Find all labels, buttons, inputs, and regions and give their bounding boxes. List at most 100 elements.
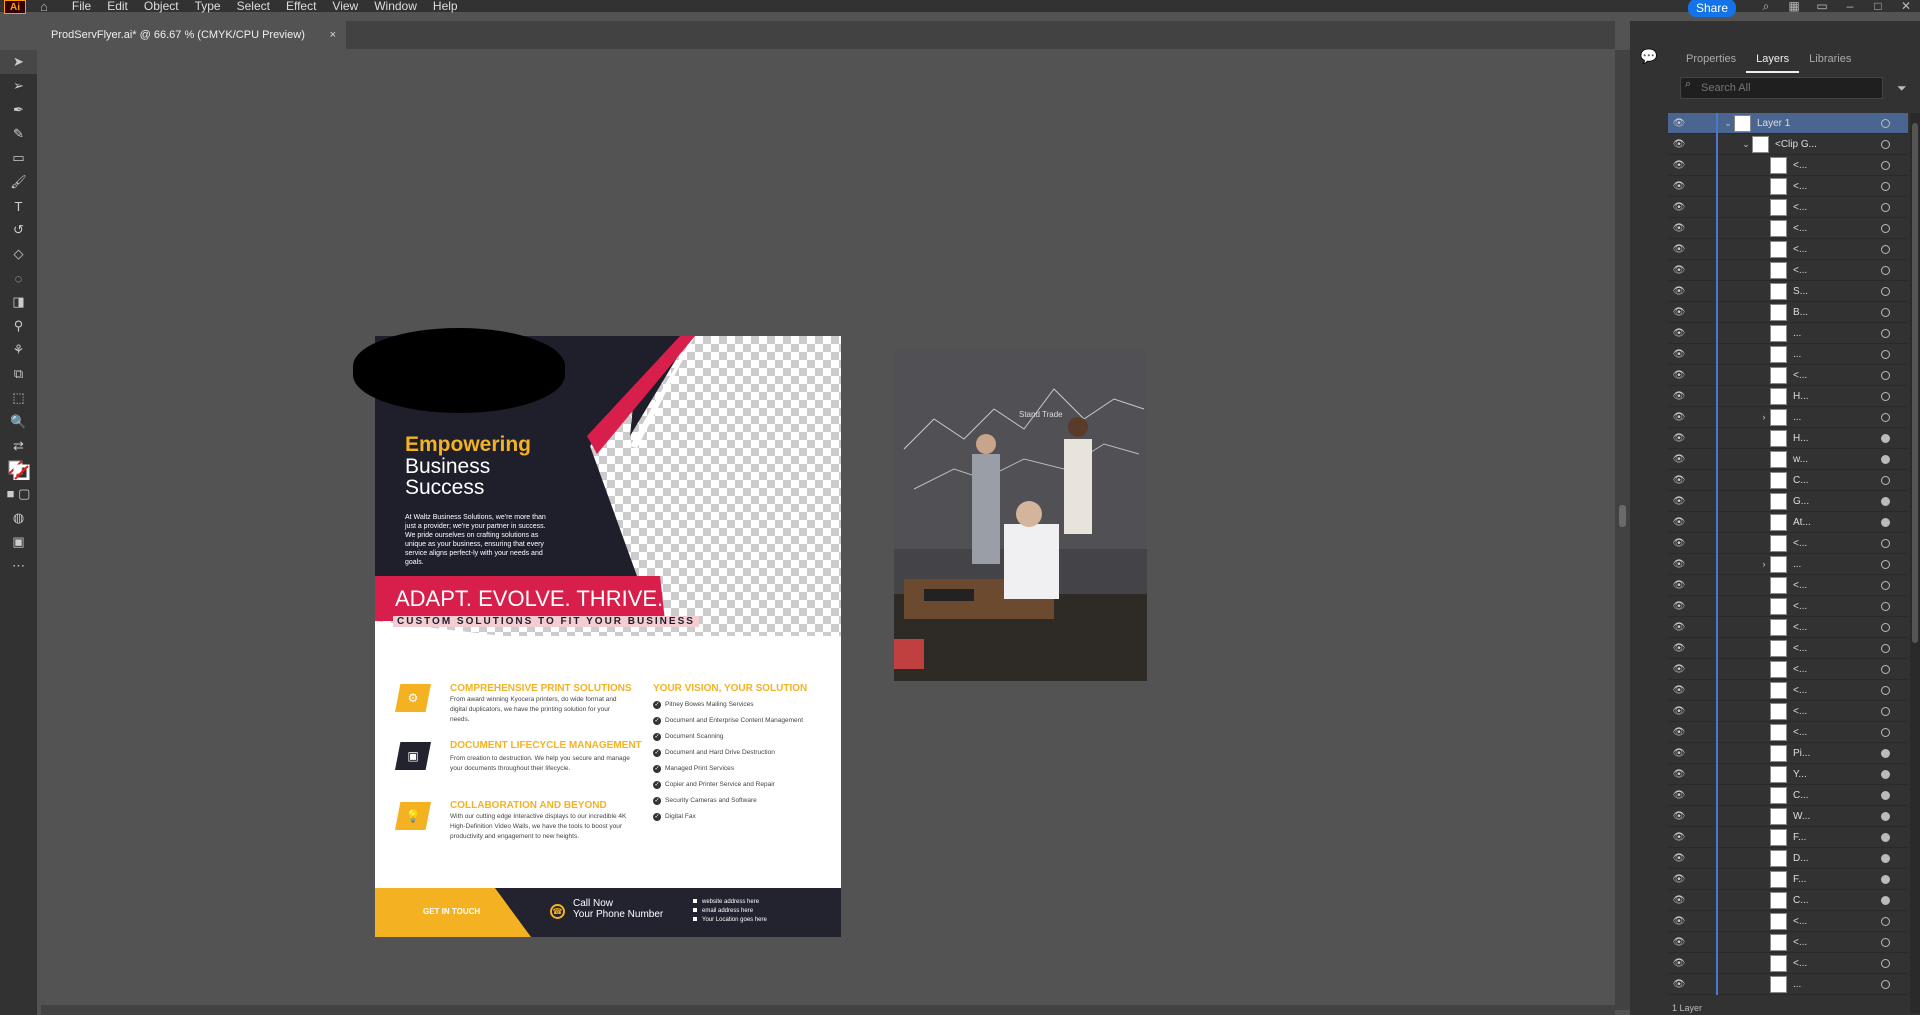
layer-row[interactable]: 👁 <... bbox=[1668, 638, 1908, 659]
layer-row[interactable]: 👁 ›... bbox=[1668, 554, 1908, 575]
target-circle-icon[interactable] bbox=[1881, 119, 1890, 128]
visibility-eye-icon[interactable]: 👁 bbox=[1668, 349, 1690, 360]
layer-row[interactable]: 👁 C... bbox=[1668, 890, 1908, 911]
menu-help[interactable]: Help bbox=[433, 0, 458, 12]
layer-row[interactable]: 👁 ⌄ <Clip G... bbox=[1668, 134, 1908, 155]
layer-name[interactable]: <... bbox=[1793, 181, 1863, 192]
layer-row[interactable]: 👁 <... bbox=[1668, 911, 1908, 932]
layer-row[interactable]: 👁 <... bbox=[1668, 680, 1908, 701]
layer-name[interactable]: D... bbox=[1793, 853, 1863, 864]
layer-row[interactable]: 👁 At... bbox=[1668, 512, 1908, 533]
visibility-eye-icon[interactable]: 👁 bbox=[1668, 643, 1690, 654]
target-circle-icon[interactable] bbox=[1881, 791, 1890, 800]
layer-name[interactable]: <... bbox=[1793, 202, 1863, 213]
gradient-tool-icon[interactable]: ◨ bbox=[0, 290, 37, 314]
workspace-icon[interactable]: ▦ bbox=[1780, 0, 1808, 13]
visibility-eye-icon[interactable]: 👁 bbox=[1668, 748, 1690, 759]
draw-mode-icon[interactable]: ◍ bbox=[0, 506, 37, 530]
target-circle-icon[interactable] bbox=[1881, 161, 1890, 170]
layer-name[interactable]: <... bbox=[1793, 727, 1863, 738]
layer-name[interactable]: S... bbox=[1793, 286, 1863, 297]
target-circle-icon[interactable] bbox=[1881, 329, 1890, 338]
menu-view[interactable]: View bbox=[332, 0, 358, 12]
layer-name[interactable]: <... bbox=[1793, 937, 1863, 948]
menu-type[interactable]: Type bbox=[195, 0, 221, 12]
target-circle-icon[interactable] bbox=[1881, 203, 1890, 212]
layer-row[interactable]: 👁 <... bbox=[1668, 239, 1908, 260]
target-circle-icon[interactable] bbox=[1881, 644, 1890, 653]
layer-row[interactable]: 👁 <... bbox=[1668, 932, 1908, 953]
target-circle-icon[interactable] bbox=[1881, 455, 1890, 464]
layer-name[interactable]: <Clip G... bbox=[1775, 139, 1845, 150]
layer-name[interactable]: W... bbox=[1793, 811, 1863, 822]
layer-row[interactable]: 👁 <... bbox=[1668, 365, 1908, 386]
layer-name[interactable]: ... bbox=[1793, 412, 1863, 423]
visibility-eye-icon[interactable]: 👁 bbox=[1668, 811, 1690, 822]
layer-row[interactable]: 👁 <... bbox=[1668, 575, 1908, 596]
paintbrush-tool-icon[interactable]: 🖌 bbox=[0, 170, 37, 194]
visibility-eye-icon[interactable]: 👁 bbox=[1668, 307, 1690, 318]
menu-edit[interactable]: Edit bbox=[107, 0, 128, 12]
target-circle-icon[interactable] bbox=[1881, 980, 1890, 989]
visibility-eye-icon[interactable]: 👁 bbox=[1668, 223, 1690, 234]
canvas-vertical-scrollbar[interactable] bbox=[1615, 50, 1630, 1010]
eyedropper-tool-icon[interactable]: ⚲ bbox=[0, 314, 37, 338]
layer-row[interactable]: 👁 <... bbox=[1668, 155, 1908, 176]
search-icon[interactable]: ⌕ bbox=[1752, 0, 1780, 14]
menu-effect[interactable]: Effect bbox=[286, 0, 316, 12]
comment-icon[interactable]: 💬 bbox=[1630, 43, 1668, 69]
visibility-eye-icon[interactable]: 👁 bbox=[1668, 853, 1690, 864]
visibility-eye-icon[interactable]: 👁 bbox=[1668, 370, 1690, 381]
visibility-eye-icon[interactable]: 👁 bbox=[1668, 832, 1690, 843]
layer-row[interactable]: 👁 <... bbox=[1668, 218, 1908, 239]
layer-name[interactable]: Layer 1 bbox=[1757, 118, 1827, 129]
layers-scrollbar-thumb[interactable] bbox=[1912, 123, 1918, 643]
target-circle-icon[interactable] bbox=[1881, 245, 1890, 254]
layer-row[interactable]: 👁 F... bbox=[1668, 827, 1908, 848]
layer-row[interactable]: 👁 <... bbox=[1668, 596, 1908, 617]
target-circle-icon[interactable] bbox=[1881, 749, 1890, 758]
target-circle-icon[interactable] bbox=[1881, 875, 1890, 884]
target-circle-icon[interactable] bbox=[1881, 707, 1890, 716]
visibility-eye-icon[interactable]: 👁 bbox=[1668, 874, 1690, 885]
visibility-eye-icon[interactable]: 👁 bbox=[1668, 916, 1690, 927]
screen-mode-icon[interactable]: ▣ bbox=[0, 530, 37, 554]
target-circle-icon[interactable] bbox=[1881, 770, 1890, 779]
target-circle-icon[interactable] bbox=[1881, 182, 1890, 191]
layer-row[interactable]: 👁 Pi... bbox=[1668, 743, 1908, 764]
visibility-eye-icon[interactable]: 👁 bbox=[1668, 769, 1690, 780]
layer-row[interactable]: 👁 <... bbox=[1668, 617, 1908, 638]
rotate-tool-icon[interactable]: ↺ bbox=[0, 218, 37, 242]
layer-row[interactable]: 👁 D... bbox=[1668, 848, 1908, 869]
target-circle-icon[interactable] bbox=[1881, 539, 1890, 548]
layer-row[interactable]: 👁 w... bbox=[1668, 449, 1908, 470]
layer-row[interactable]: 👁 Y... bbox=[1668, 764, 1908, 785]
target-circle-icon[interactable] bbox=[1881, 518, 1890, 527]
layer-name[interactable]: C... bbox=[1793, 895, 1863, 906]
target-circle-icon[interactable] bbox=[1881, 686, 1890, 695]
layer-row[interactable]: 👁 S... bbox=[1668, 281, 1908, 302]
target-circle-icon[interactable] bbox=[1881, 728, 1890, 737]
layer-name[interactable]: <... bbox=[1793, 160, 1863, 171]
target-circle-icon[interactable] bbox=[1881, 896, 1890, 905]
layer-name[interactable]: <... bbox=[1793, 916, 1863, 927]
visibility-eye-icon[interactable]: 👁 bbox=[1668, 328, 1690, 339]
menu-object[interactable]: Object bbox=[144, 0, 179, 12]
layer-name[interactable]: C... bbox=[1793, 475, 1863, 486]
target-circle-icon[interactable] bbox=[1881, 959, 1890, 968]
scrollbar-thumb[interactable] bbox=[1619, 505, 1626, 527]
visibility-eye-icon[interactable]: 👁 bbox=[1668, 118, 1690, 129]
layer-name[interactable]: <... bbox=[1793, 265, 1863, 276]
layer-name[interactable]: <... bbox=[1793, 706, 1863, 717]
tab-layers[interactable]: Layers bbox=[1746, 45, 1800, 73]
target-circle-icon[interactable] bbox=[1881, 434, 1890, 443]
layer-row[interactable]: 👁 C... bbox=[1668, 785, 1908, 806]
layer-name[interactable]: <... bbox=[1793, 370, 1863, 381]
layer-name[interactable]: ... bbox=[1793, 328, 1863, 339]
layer-row[interactable]: 👁 <... bbox=[1668, 722, 1908, 743]
layer-name[interactable]: w... bbox=[1793, 454, 1863, 465]
visibility-eye-icon[interactable]: 👁 bbox=[1668, 706, 1690, 717]
target-circle-icon[interactable] bbox=[1881, 287, 1890, 296]
zoom-tool-icon[interactable]: 🔍 bbox=[0, 410, 37, 434]
layer-row[interactable]: 👁 <... bbox=[1668, 176, 1908, 197]
